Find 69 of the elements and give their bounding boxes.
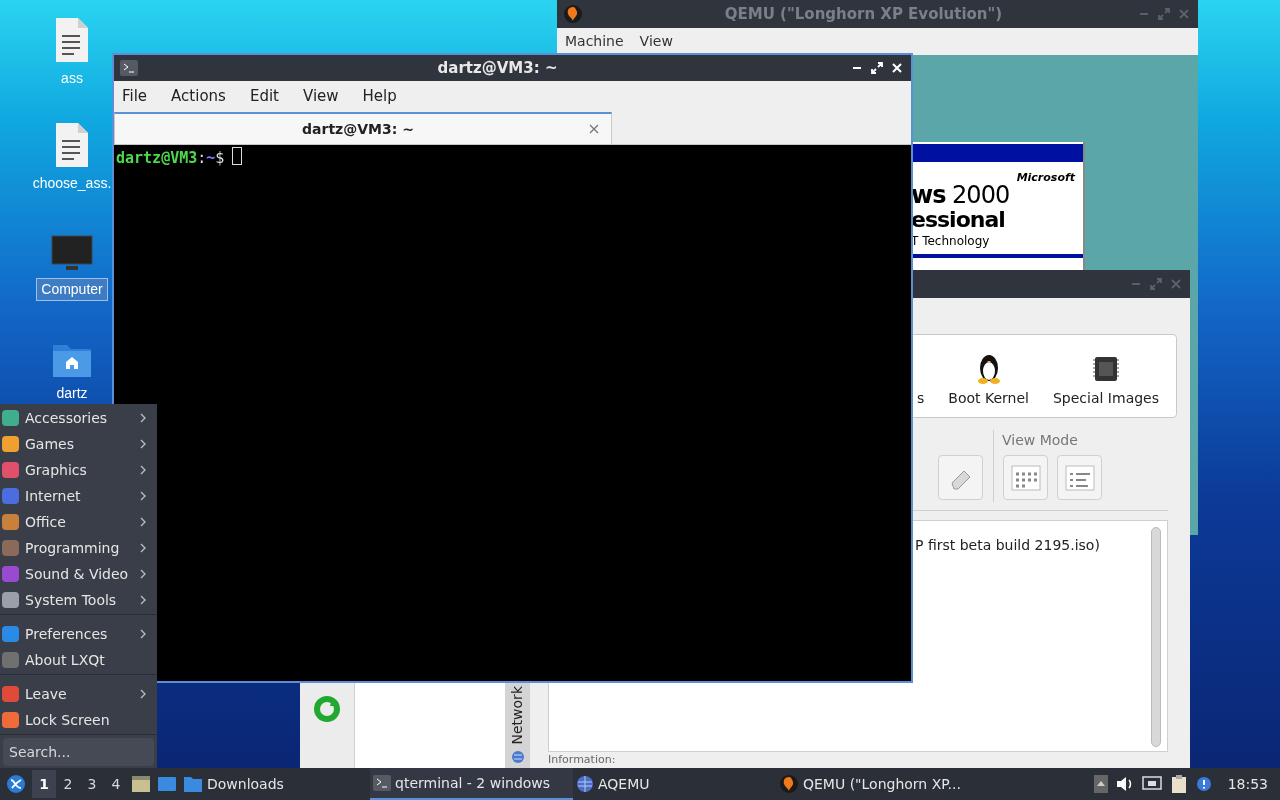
menu-item[interactable]: View: [639, 31, 673, 52]
menu-item[interactable]: View: [302, 84, 339, 108]
menu-item[interactable]: Sound & Video: [0, 561, 157, 587]
prompt-user: dartz@VM3: [116, 148, 198, 169]
desktop-icon[interactable]: [157, 775, 177, 793]
text-cursor: [232, 147, 243, 165]
task-button[interactable]: QEMU ("Longhorn XP...: [776, 768, 979, 800]
workspace-button[interactable]: 4: [104, 770, 128, 798]
network-icon[interactable]: [1141, 776, 1162, 792]
qemu-logo-icon: [563, 4, 583, 24]
menu-item[interactable]: Help: [362, 84, 397, 108]
task-button[interactable]: Downloads: [180, 768, 370, 800]
menu-item[interactable]: File: [122, 84, 148, 108]
chip-icon: [1092, 354, 1120, 384]
terminal-icon: [373, 775, 391, 791]
menu-item[interactable]: Machine: [565, 31, 624, 52]
toolbar-button[interactable]: Special Images: [1052, 388, 1159, 409]
menu-item[interactable]: Actions: [171, 84, 226, 108]
folder-icon: [183, 775, 203, 793]
menu-item[interactable]: System Tools: [0, 587, 157, 613]
desktop-icon-label[interactable]: dartz: [56, 383, 88, 404]
qemu-logo-icon: [779, 774, 799, 794]
brand-text: Microsoft: [1016, 170, 1075, 186]
toolbar-button[interactable]: Boot Kernel: [948, 388, 1029, 409]
product-text: ws 2000: [911, 182, 1010, 208]
icon-view-button[interactable]: [1003, 455, 1048, 500]
window-title: QEMU ("Longhorn XP Evolution"): [723, 3, 1004, 25]
menu-item[interactable]: Programming: [0, 535, 157, 561]
menu-item[interactable]: Accessories: [0, 405, 157, 431]
grid-view-icon: [1010, 464, 1041, 491]
task-button[interactable]: qterminal - 2 windows: [370, 768, 573, 800]
prompt-symbol: $: [215, 148, 225, 169]
file-manager-icon[interactable]: [131, 775, 151, 793]
menu-item[interactable]: Lock Screen: [0, 707, 157, 733]
vm-list-item[interactable]: P first beta build 2195.iso): [915, 535, 1100, 556]
volume-icon[interactable]: [1115, 776, 1134, 792]
menu-item[interactable]: Preferences: [0, 621, 157, 647]
list-view-icon: [1064, 464, 1095, 491]
toolbar-button[interactable]: s: [917, 388, 925, 409]
workspace-button[interactable]: 1: [32, 770, 56, 798]
menu-item[interactable]: Office: [0, 509, 157, 535]
edition-text: essional: [911, 208, 1006, 232]
prompt-path: ~: [206, 148, 216, 169]
clock[interactable]: 18:53: [1227, 773, 1268, 795]
menu-item[interactable]: Internet: [0, 483, 157, 509]
list-view-button[interactable]: [1057, 455, 1102, 500]
notification-icon[interactable]: [1195, 776, 1212, 792]
menu-item[interactable]: Edit: [249, 84, 279, 108]
globe-icon: [576, 775, 594, 793]
menu-item[interactable]: About LXQt: [0, 647, 157, 673]
clipboard-icon[interactable]: [1169, 774, 1188, 794]
network-tab[interactable]: Network: [505, 682, 530, 768]
menu-item[interactable]: Games: [0, 431, 157, 457]
network-tab-label: Network: [508, 686, 526, 745]
task-button[interactable]: AQEMU: [573, 768, 776, 800]
menu-item[interactable]: Graphics: [0, 457, 157, 483]
workspace-button[interactable]: 2: [56, 770, 80, 798]
information-label: Information:: [548, 754, 616, 766]
menu-item[interactable]: Leave: [0, 681, 157, 707]
view-mode-label: View Mode: [1002, 431, 1078, 450]
search-field[interactable]: Search...: [3, 738, 154, 766]
window-title: dartz@VM3: ~: [436, 57, 559, 79]
terminal-icon: [120, 60, 138, 76]
terminal-tab[interactable]: dartz@VM3: ~: [114, 112, 612, 144]
workspace-button[interactable]: 3: [80, 770, 104, 798]
prompt-separator: :: [197, 148, 207, 169]
desktop-icon-label[interactable]: Computer: [36, 278, 108, 301]
refresh-icon[interactable]: [314, 696, 340, 722]
globe-icon: [510, 750, 525, 764]
